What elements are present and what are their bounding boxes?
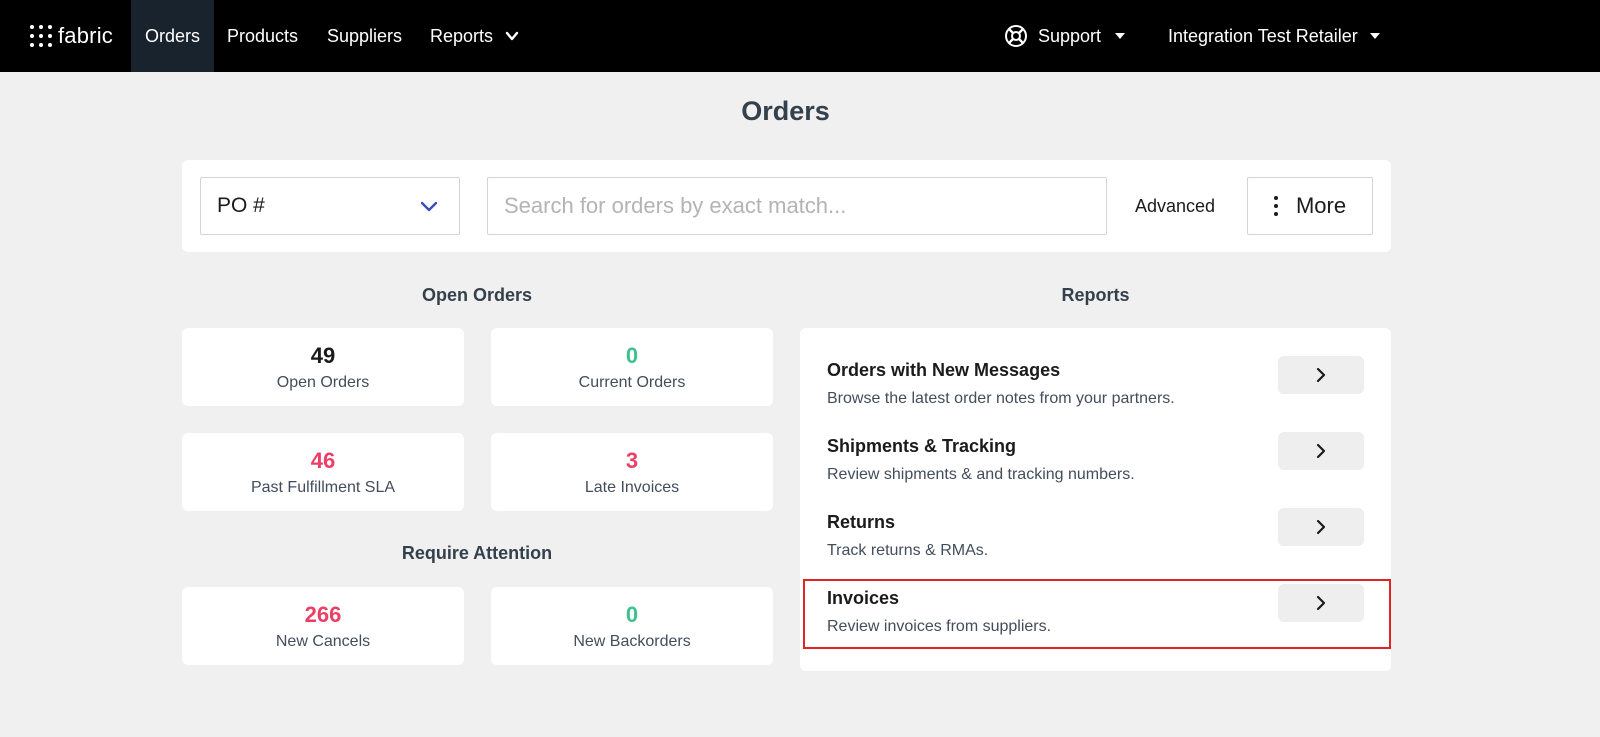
support-menu[interactable]: Support — [1004, 0, 1126, 72]
stat-past-fulfillment-sla[interactable]: 46 Past Fulfillment SLA — [182, 433, 464, 511]
chevron-down-icon — [505, 31, 519, 41]
nav-item-reports[interactable]: Reports — [430, 0, 519, 72]
report-title: Invoices — [827, 588, 900, 608]
nav-item-orders[interactable]: Orders — [131, 0, 214, 72]
chevron-right-icon — [1316, 443, 1326, 459]
report-description: Browse the latest order notes from your … — [827, 390, 1175, 407]
stat-current-orders[interactable]: 0 Current Orders — [491, 328, 773, 406]
top-nav: fabric Orders Products Suppliers Reports… — [0, 0, 1600, 72]
report-orders-new-messages[interactable]: Orders with New Messages Browse the late… — [800, 356, 1391, 430]
report-returns[interactable]: Returns Track returns & RMAs. — [800, 508, 1391, 582]
report-open-button[interactable] — [1278, 356, 1364, 394]
search-field-select[interactable]: PO # — [200, 177, 460, 235]
nav-item-label: Suppliers — [327, 25, 403, 46]
stat-value: 0 — [625, 343, 639, 368]
chevron-right-icon — [1316, 595, 1326, 611]
stat-label: Past Fulfillment SLA — [250, 479, 396, 496]
more-button[interactable]: More — [1247, 177, 1373, 235]
reports-panel: Orders with New Messages Browse the late… — [800, 328, 1391, 671]
caret-down-icon — [1369, 33, 1380, 39]
stat-value: 49 — [310, 343, 336, 368]
report-description: Track returns & RMAs. — [827, 542, 989, 559]
require-attention-heading: Require Attention — [401, 543, 553, 563]
caret-down-icon — [1115, 33, 1126, 39]
stat-label: New Backorders — [573, 633, 691, 650]
report-open-button[interactable] — [1278, 432, 1364, 470]
advanced-search-link[interactable]: Advanced — [1135, 177, 1215, 235]
nav-item-products[interactable]: Products — [227, 0, 298, 72]
report-title: Returns — [827, 512, 896, 532]
support-label: Support — [1038, 25, 1102, 46]
report-title: Shipments & Tracking — [827, 436, 1017, 456]
report-description: Review shipments & and tracking numbers. — [827, 466, 1135, 483]
stat-label: Late Invoices — [584, 479, 680, 496]
stat-value: 266 — [304, 602, 342, 627]
stat-label: Current Orders — [578, 374, 686, 391]
search-input[interactable] — [487, 177, 1107, 235]
open-orders-heading: Open Orders — [421, 285, 533, 305]
chevron-right-icon — [1316, 519, 1326, 535]
logo-text: fabric — [58, 23, 113, 48]
report-description: Review invoices from suppliers. — [827, 618, 1052, 635]
nav-item-label: Reports — [430, 25, 494, 46]
stat-late-invoices[interactable]: 3 Late Invoices — [491, 433, 773, 511]
stat-new-cancels[interactable]: 266 New Cancels — [182, 587, 464, 665]
stat-open-orders[interactable]: 49 Open Orders — [182, 328, 464, 406]
stat-value: 0 — [625, 602, 639, 627]
report-title: Orders with New Messages — [827, 360, 1061, 380]
stat-value: 3 — [625, 448, 639, 473]
search-field-value: PO # — [217, 194, 265, 217]
reports-heading: Reports — [1061, 285, 1130, 305]
report-invoices[interactable]: Invoices Review invoices from suppliers. — [800, 584, 1391, 658]
lifebuoy-icon — [1005, 25, 1027, 47]
kebab-menu-icon — [1273, 196, 1278, 216]
report-open-button[interactable] — [1278, 584, 1364, 622]
stat-value: 46 — [310, 448, 336, 473]
grid-dots-icon — [30, 25, 52, 47]
fabric-logo[interactable]: fabric — [30, 0, 113, 72]
stat-new-backorders[interactable]: 0 New Backorders — [491, 587, 773, 665]
chevron-down-icon — [420, 201, 438, 212]
nav-item-suppliers[interactable]: Suppliers — [327, 0, 402, 72]
report-open-button[interactable] — [1278, 508, 1364, 546]
nav-item-label: Products — [227, 25, 299, 46]
page-title: Orders — [741, 96, 830, 126]
stat-label: New Cancels — [275, 633, 371, 650]
report-shipments-tracking[interactable]: Shipments & Tracking Review shipments & … — [800, 432, 1391, 506]
account-label: Integration Test Retailer — [1168, 25, 1358, 46]
nav-item-label: Orders — [144, 25, 200, 46]
chevron-right-icon — [1316, 367, 1326, 383]
stat-label: Open Orders — [276, 374, 370, 391]
account-menu[interactable]: Integration Test Retailer — [1168, 0, 1380, 72]
search-panel: PO # Advanced More — [182, 160, 1391, 252]
more-label: More — [1295, 193, 1347, 218]
